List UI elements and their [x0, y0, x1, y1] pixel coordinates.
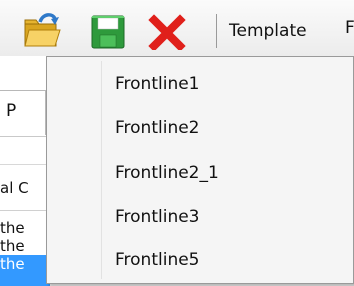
menu-item-frontline2[interactable]: Frontline2 — [115, 113, 200, 143]
delete-button[interactable] — [146, 10, 186, 52]
tab-partial[interactable]: P — [0, 90, 46, 135]
tab-label: P — [6, 101, 17, 121]
divider — [0, 136, 50, 137]
open-button[interactable] — [22, 10, 62, 50]
toolbar-separator — [216, 14, 217, 48]
menu-item-frontline5[interactable]: Frontline5 — [115, 245, 200, 275]
toolbar: Template F — [0, 0, 354, 56]
save-button[interactable] — [90, 10, 130, 50]
template-dropdown-menu: Frontline1 Frontline2 Frontline2_1 Front… — [46, 56, 354, 284]
next-toolbar-label: F — [345, 18, 354, 38]
menu-item-frontline1[interactable]: Frontline1 — [115, 69, 200, 99]
save-disk-icon — [91, 15, 125, 49]
menu-item-frontline2-1[interactable]: Frontline2_1 — [115, 158, 219, 188]
menu-item-frontline3[interactable]: Frontline3 — [115, 202, 200, 232]
menu-gutter — [101, 61, 102, 279]
list-item-selected[interactable]: the — [0, 255, 50, 286]
open-folder-icon — [24, 13, 61, 47]
list-item[interactable]: the — [0, 219, 50, 237]
divider — [0, 164, 50, 165]
divider — [0, 210, 50, 211]
template-label: Template — [229, 21, 307, 41]
list-item[interactable]: the — [0, 237, 50, 255]
field-label: al C — [0, 179, 29, 197]
delete-x-icon — [148, 14, 186, 52]
